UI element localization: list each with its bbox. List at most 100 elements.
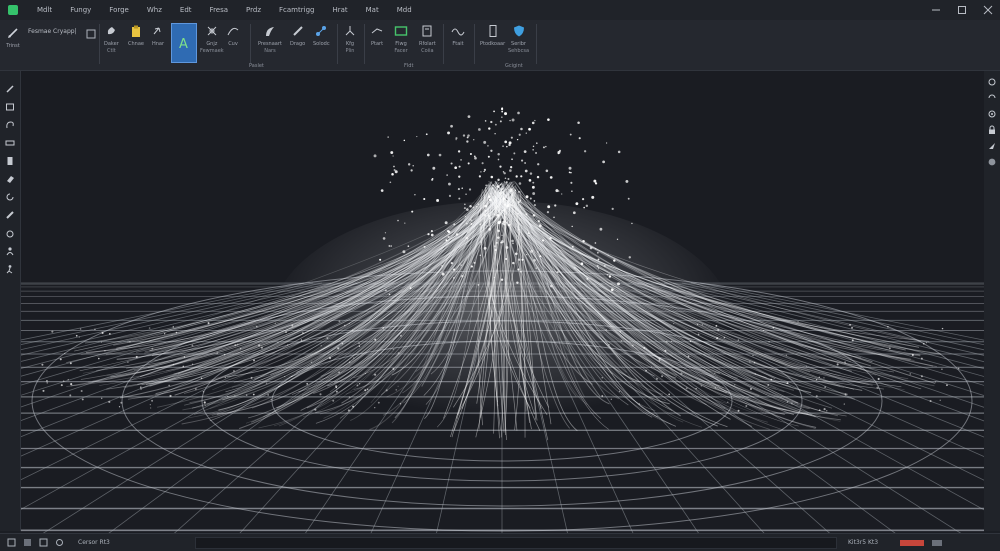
menu-item-5[interactable]: Edt — [171, 0, 201, 20]
layer-toggle-icon[interactable] — [38, 538, 48, 548]
status-mode: Cersor Rt3 — [78, 539, 110, 546]
menu-item-8[interactable]: Fcamtrigg — [270, 0, 323, 20]
menu-item-6[interactable]: Fresa — [201, 0, 237, 20]
path-icon — [370, 24, 384, 38]
tool-ptart[interactable]: Ptart — [370, 24, 384, 47]
tool-hnar-label: Hnar — [151, 41, 165, 47]
menu-item-10[interactable]: Mat — [357, 0, 388, 20]
tool-rfolart[interactable]: Rfolart Coiia — [419, 24, 436, 54]
tool-kfg[interactable]: Kfg Plin — [343, 24, 357, 54]
drop-tool-icon[interactable] — [4, 227, 16, 239]
maximize-icon[interactable] — [956, 4, 968, 16]
branch-icon — [343, 24, 357, 38]
curve-icon — [226, 24, 240, 38]
gear-icon — [84, 27, 98, 41]
person-tool-icon[interactable] — [4, 245, 16, 257]
frame-icon — [394, 24, 408, 38]
menu-item-4[interactable]: Whz — [138, 0, 171, 20]
minimize-icon[interactable] — [930, 4, 942, 16]
app-logo-icon[interactable] — [8, 5, 18, 15]
light-icon[interactable] — [986, 140, 998, 152]
tool-solodc[interactable]: Solodc — [313, 24, 330, 47]
tool-seribr-sub: Sehbcsa — [508, 48, 530, 54]
command-input[interactable] — [195, 537, 837, 549]
tool-ptodkoaar[interactable]: Ptodkoaar — [480, 24, 505, 47]
grid-toggle-icon[interactable] — [6, 538, 16, 548]
tool-daker[interactable]: Daker Ctlt — [104, 24, 119, 54]
menu-bar: Mdlt Fungy Forge Whz Edt Fresa Prdz Fcam… — [0, 0, 1000, 21]
close-icon[interactable] — [982, 4, 994, 16]
tool-presnaart[interactable]: Presnaart Nars — [258, 24, 282, 54]
window-controls — [930, 0, 994, 20]
camera-icon[interactable] — [986, 76, 998, 88]
menu-item-1[interactable]: Mdlt — [28, 0, 61, 20]
page-tool-icon[interactable] — [4, 155, 16, 167]
group-label-3: Gcigint — [505, 63, 523, 69]
tool-ptodkoaar-label: Ptodkoaar — [480, 41, 506, 47]
snap-toggle-icon[interactable] — [22, 538, 32, 548]
menu-item-9[interactable]: Hrat — [323, 0, 356, 20]
status-bar: Cersor Rt3 Kit3r5 Kt3 — [0, 533, 1000, 551]
tool-cuv[interactable]: Cuv — [226, 24, 240, 47]
lasso-tool-icon[interactable] — [4, 119, 16, 131]
tool-kfg-sub: Plin — [345, 48, 355, 54]
tool-flwg-sub: Facer — [394, 48, 408, 54]
menu-item-3[interactable]: Forge — [100, 0, 138, 20]
text-a-icon: A — [179, 37, 188, 51]
select-dropdown-label: Fesmae Cryapp| — [28, 28, 77, 35]
walk-tool-icon[interactable] — [4, 263, 16, 275]
tool-flwg-label: Flwg — [395, 41, 407, 47]
tool-rfolart-sub: Coiia — [421, 48, 434, 54]
lock-icon[interactable] — [986, 124, 998, 136]
tool-flwg[interactable]: Flwg Facer — [394, 24, 408, 54]
tool-gnjz[interactable]: Gnjz Fewmaek — [200, 24, 224, 54]
tool-gnjz-sub: Fewmaek — [200, 48, 224, 54]
tool-cuv-label: Cuv — [228, 41, 238, 47]
tool-seribr-label: Seribr — [511, 41, 526, 47]
tool-seribr[interactable]: Seribr Sehbcsa — [508, 24, 529, 54]
tool-gnjz-label: Gnjz — [206, 41, 218, 47]
menu-item-2[interactable]: Fungy — [61, 0, 100, 20]
viewport-canvas[interactable] — [21, 71, 984, 533]
text-tool-button[interactable]: A — [171, 23, 197, 63]
status-coords: Kit3r5 Kt3 — [848, 539, 879, 546]
svg-text:A: A — [179, 37, 188, 51]
sphere-icon[interactable] — [986, 156, 998, 168]
record-indicator — [900, 539, 925, 546]
tool-ftait[interactable]: Ftait — [451, 24, 465, 47]
document-icon — [486, 24, 500, 38]
select-dropdown[interactable]: Fesmae Cryapp| — [28, 26, 77, 35]
box-tool-icon[interactable] — [4, 101, 16, 113]
tool-daker-sub: Ctlt — [106, 48, 116, 54]
rectangle-tool-icon[interactable] — [4, 137, 16, 149]
layers-icon — [420, 24, 434, 38]
menu-item-7[interactable]: Prdz — [237, 0, 270, 20]
tool-chnae[interactable]: Chnae — [128, 24, 144, 47]
orbit-icon[interactable] — [986, 92, 998, 104]
left-toolbar — [0, 71, 21, 531]
tool-solodc-label: Solodc — [313, 41, 330, 47]
target-icon[interactable] — [986, 108, 998, 120]
rotate-tool-icon[interactable] — [4, 191, 16, 203]
tool-presnaart-sub: Nars — [264, 48, 276, 54]
group-label-1: Paslet — [249, 63, 264, 69]
eraser-tool-icon[interactable] — [4, 173, 16, 185]
pen-icon — [291, 24, 305, 38]
tool-drago[interactable]: Drago — [290, 24, 305, 47]
brush-tool-icon[interactable] — [4, 83, 16, 95]
tool-drago-label: Drago — [290, 41, 306, 47]
sculpt-icon — [263, 24, 277, 38]
transform-icon — [205, 24, 219, 38]
menu-item-11[interactable]: Mdd — [388, 0, 421, 20]
settings-icon-button[interactable] — [84, 27, 98, 41]
group-label-2: Fldt — [404, 63, 414, 69]
pencil-tool[interactable]: Trinst — [6, 26, 20, 49]
brush-icon — [104, 24, 118, 38]
3d-viewport[interactable] — [21, 71, 984, 533]
tool-presnaart-label: Presnaart — [258, 41, 282, 47]
render-toggle-icon[interactable] — [54, 538, 64, 548]
knife-tool-icon[interactable] — [4, 209, 16, 221]
node-icon — [314, 24, 328, 38]
clipboard-icon — [129, 24, 143, 38]
tool-hnar[interactable]: Hnar — [151, 24, 165, 47]
